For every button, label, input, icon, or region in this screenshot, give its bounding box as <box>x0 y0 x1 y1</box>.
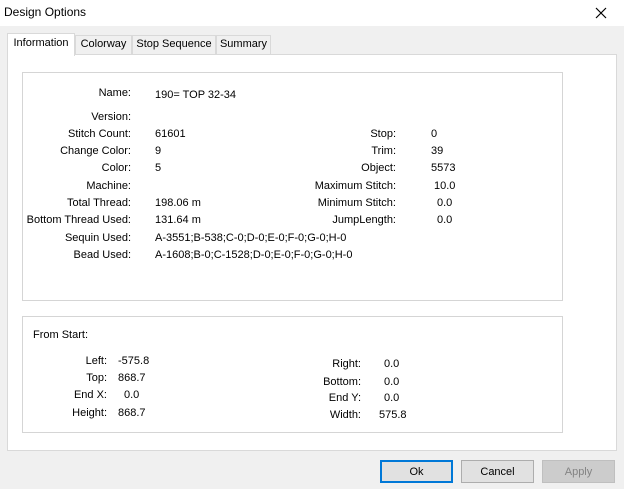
title-bar: Design Options <box>0 0 624 26</box>
width-value: 575.8 <box>379 409 407 421</box>
minimum-stitch-label: Minimum Stitch: <box>317 197 396 209</box>
right-label: Right: <box>332 358 361 370</box>
name-label: Name: <box>98 87 131 99</box>
stop-label: Stop: <box>370 128 396 140</box>
tab-colorway-label: Colorway <box>80 38 127 50</box>
design-info-group: Name: 190= TOP 32-34 Version: Stitch Cou… <box>22 72 563 301</box>
end-x-label: End X: <box>73 389 107 401</box>
bead-used-value: A-1608;B-0;C-1528;D-0;E-0;F-0;G-0;H-0 <box>155 249 353 261</box>
minimum-stitch-value: 0.0 <box>437 197 453 209</box>
tab-summary-label: Summary <box>219 38 268 50</box>
ok-button[interactable]: Ok <box>380 460 453 483</box>
stitch-count-label: Stitch Count: <box>68 128 131 140</box>
sequin-used-label: Sequin Used: <box>64 232 131 244</box>
right-value: 0.0 <box>384 358 400 370</box>
bead-used-label: Bead Used: <box>73 249 131 261</box>
tab-summary[interactable]: Summary <box>216 35 271 54</box>
tab-colorway[interactable]: Colorway <box>75 35 132 54</box>
object-label: Object: <box>361 162 396 174</box>
jump-length-value: 0.0 <box>437 214 453 226</box>
machine-label: Machine: <box>86 180 131 192</box>
information-panel: Name: 190= TOP 32-34 Version: Stitch Cou… <box>7 54 617 451</box>
bottom-value: 0.0 <box>384 376 400 388</box>
stitch-count-value: 61601 <box>155 128 186 140</box>
cancel-button[interactable]: Cancel <box>461 460 534 483</box>
trim-label: Trim: <box>371 145 396 157</box>
maximum-stitch-value: 10.0 <box>434 180 456 192</box>
tab-information-label: Information <box>13 37 69 49</box>
version-label: Version: <box>91 111 131 123</box>
color-label: Color: <box>101 162 131 174</box>
tab-stop-sequence[interactable]: Stop Sequence <box>132 35 216 54</box>
top-label: Top: <box>86 372 107 384</box>
width-label: Width: <box>329 409 361 421</box>
bottom-label: Bottom: <box>323 376 361 388</box>
height-value: 868.7 <box>118 407 146 419</box>
height-label: Height: <box>72 407 107 419</box>
close-button[interactable] <box>578 0 624 26</box>
sequin-used-value: A-3551;B-538;C-0;D-0;E-0;F-0;G-0;H-0 <box>155 232 347 244</box>
trim-value: 39 <box>431 145 444 157</box>
name-value: 190= TOP 32-34 <box>155 89 237 101</box>
total-thread-label: Total Thread: <box>66 197 131 209</box>
change-color-value: 9 <box>155 145 162 157</box>
tab-information[interactable]: Information <box>7 33 75 56</box>
from-start-heading: From Start: <box>33 329 89 341</box>
object-value: 5573 <box>431 162 456 174</box>
apply-button[interactable]: Apply <box>542 460 615 483</box>
stop-value: 0 <box>431 128 438 140</box>
from-start-group: From Start: Left: -575.8 Top: 868.7 End … <box>22 316 563 433</box>
total-thread-value: 198.06 m <box>155 197 201 209</box>
bottom-thread-used-value: 131.64 m <box>155 214 201 226</box>
maximum-stitch-label: Maximum Stitch: <box>314 180 396 192</box>
end-y-value: 0.0 <box>384 392 400 404</box>
tab-stop-sequence-label: Stop Sequence <box>136 38 212 50</box>
color-value: 5 <box>155 162 162 174</box>
window-title: Design Options <box>4 5 87 19</box>
close-icon <box>595 7 607 19</box>
end-y-label: End Y: <box>328 392 361 404</box>
end-x-value: 0.0 <box>124 389 140 401</box>
left-label: Left: <box>85 355 107 367</box>
left-value: -575.8 <box>118 355 150 367</box>
jump-length-label: JumpLength: <box>332 214 396 226</box>
change-color-label: Change Color: <box>60 145 131 157</box>
bottom-thread-used-label: Bottom Thread Used: <box>26 214 131 226</box>
top-value: 868.7 <box>118 372 146 384</box>
